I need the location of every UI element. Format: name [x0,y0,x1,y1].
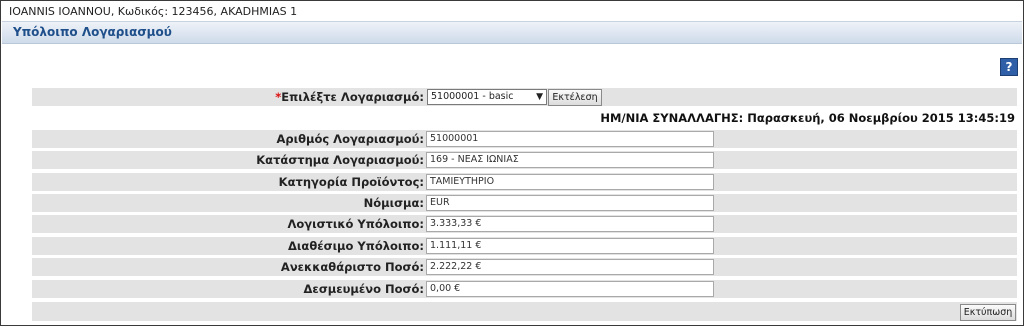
field-row-available-balance: Διαθέσιμο Υπόλοιπο: 1.111,11 € [32,236,1017,255]
uncleared-amount-field[interactable]: 2.222,22 € [426,259,714,275]
account-select-label-text: Επιλέξτε Λογαριασμό: [281,90,424,104]
field-label: Δεσμευμένο Ποσό: [303,282,424,296]
account-select-value: 51000001 - basic [431,91,514,102]
print-button[interactable]: Εκτύπωση [960,304,1016,321]
currency-field[interactable]: EUR [426,195,714,211]
field-label: Λογιστικό Υπόλοιπο: [287,217,424,231]
branch-field[interactable]: 169 - ΝΕΑΣ ΙΩΝΙΑΣ [426,152,714,168]
field-row-account-number: Αριθμός Λογαριασμού: 51000001 [32,129,1017,148]
title-bar: Υπόλοιπο Λογαριασμού [2,21,1022,44]
field-label: Κατηγορία Προϊόντος: [278,175,424,189]
field-row-ledger-balance: Λογιστικό Υπόλοιπο: 3.333,33 € [32,214,1017,233]
help-icon[interactable]: ? [1000,58,1018,76]
field-row-product-category: Κατηγορία Προϊόντος: ΤΑΜΙΕΥΤΗΡΙΟ [32,172,1017,191]
field-label: Κατάστημα Λογαριασμού: [256,153,424,167]
available-balance-field[interactable]: 1.111,11 € [426,238,714,254]
account-number-field[interactable]: 51000001 [426,131,714,147]
page-title: Υπόλοιπο Λογαριασμού [13,25,172,39]
footer-bar: Εκτύπωση [32,301,1017,321]
field-row-currency: Νόμισμα: EUR [32,193,1017,212]
transaction-date: ΗΜ/ΝΙΑ ΣΥΝΑΛΛΑΓΗΣ: Παρασκευή, 06 Νοεμβρί… [600,111,1015,125]
field-label: Ανεκκαθάριστο Ποσό: [280,260,424,274]
ledger-balance-field[interactable]: 3.333,33 € [426,216,714,232]
field-row-blocked-amount: Δεσμευμένο Ποσό: 0,00 € [32,279,1017,298]
blocked-amount-field[interactable]: 0,00 € [426,281,714,297]
page-frame: IOANNIS IOANNOU, Κωδικός: 123456, AKADHM… [0,0,1024,326]
user-info: IOANNIS IOANNOU, Κωδικός: 123456, AKADHM… [9,5,298,18]
product-category-field[interactable]: ΤΑΜΙΕΥΤΗΡΙΟ [426,174,714,190]
account-select-row: *Επιλέξτε Λογαριασμό: 51000001 - basic ▼… [32,87,1017,106]
field-row-uncleared-amount: Ανεκκαθάριστο Ποσό: 2.222,22 € [32,257,1017,276]
field-label: Νόμισμα: [363,196,424,210]
field-label: Διαθέσιμο Υπόλοιπο: [288,239,424,253]
account-select[interactable]: 51000001 - basic ▼ [427,89,547,105]
field-row-branch: Κατάστημα Λογαριασμού: 169 - ΝΕΑΣ ΙΩΝΙΑΣ [32,150,1017,169]
field-label: Αριθμός Λογαριασμού: [276,132,424,146]
run-button[interactable]: Εκτέλεση [548,89,602,106]
chevron-down-icon: ▼ [536,92,543,102]
account-select-label: *Επιλέξτε Λογαριασμό: [275,90,424,104]
